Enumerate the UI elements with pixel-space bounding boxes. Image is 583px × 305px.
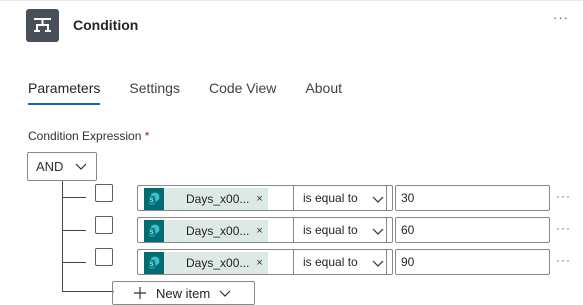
new-item-label: New item [156, 285, 211, 301]
group-operator-value: AND [36, 159, 64, 174]
condition-expression-label: Condition Expression * [28, 129, 149, 143]
operator-value: is equal to [303, 223, 358, 237]
action-title: Condition [73, 17, 139, 33]
operator-value: is equal to [303, 191, 358, 205]
new-item-button[interactable]: New item [112, 281, 255, 305]
tab-bar: Parameters Settings Code View About [28, 80, 371, 105]
row-more-options-icon[interactable]: ··· [556, 221, 571, 235]
chevron-down-icon [372, 196, 384, 203]
right-operand-value: 30 [401, 191, 415, 205]
dynamic-content-token[interactable]: S Days_x00... × [144, 188, 268, 210]
tab-parameters[interactable]: Parameters [28, 80, 101, 105]
sharepoint-icon: S [144, 188, 164, 210]
dynamic-content-token[interactable]: S Days_x00... × [144, 220, 268, 242]
token-label: Days_x00... [186, 256, 250, 270]
required-mark: * [144, 129, 150, 143]
plus-icon [134, 287, 146, 299]
token-label: Days_x00... [186, 224, 250, 238]
condition-icon [26, 8, 59, 42]
tree-connector-branch [62, 197, 86, 198]
right-operand-value: 60 [401, 223, 415, 237]
row-more-options-icon[interactable]: ··· [556, 253, 571, 267]
chevron-down-icon [75, 163, 87, 170]
operator-dropdown[interactable]: is equal to [293, 217, 393, 243]
sharepoint-icon: S [144, 252, 164, 274]
chevron-down-icon [372, 228, 384, 235]
dynamic-content-token[interactable]: S Days_x00... × [144, 252, 268, 274]
token-remove-icon[interactable]: × [256, 225, 262, 237]
tree-connector-branch [62, 230, 86, 231]
condition-row: S Days_x00... × is equal to 30 ··· [95, 184, 583, 211]
svg-text:S: S [149, 262, 153, 268]
chevron-down-icon [219, 290, 231, 297]
right-operand-field[interactable]: 60 [395, 217, 550, 243]
chevron-down-icon [372, 260, 384, 267]
token-label: Days_x00... [186, 192, 250, 206]
tab-about[interactable]: About [305, 80, 342, 105]
more-options-icon[interactable]: ··· [553, 10, 569, 25]
tree-connector-branch [62, 291, 114, 292]
tree-connector-branch [62, 262, 86, 263]
operator-value: is equal to [303, 255, 358, 269]
svg-text:S: S [149, 198, 153, 204]
condition-row: S Days_x00... × is equal to 60 ··· [95, 216, 583, 243]
row-checkbox[interactable] [95, 248, 113, 266]
row-checkbox[interactable] [95, 216, 113, 234]
tab-settings[interactable]: Settings [129, 80, 180, 105]
group-operator-dropdown[interactable]: AND [27, 152, 97, 181]
row-more-options-icon[interactable]: ··· [556, 189, 571, 203]
operator-dropdown[interactable]: is equal to [293, 249, 393, 275]
operator-dropdown[interactable]: is equal to [293, 185, 393, 211]
top-divider [0, 0, 583, 1]
token-remove-icon[interactable]: × [256, 257, 262, 269]
sharepoint-icon: S [144, 220, 164, 242]
row-checkbox[interactable] [95, 184, 113, 202]
svg-text:S: S [149, 230, 153, 236]
right-operand-field[interactable]: 90 [395, 249, 550, 275]
token-remove-icon[interactable]: × [256, 193, 262, 205]
condition-row: S Days_x00... × is equal to 90 ··· [95, 248, 583, 275]
condition-expression-label-text: Condition Expression [28, 129, 142, 143]
right-operand-field[interactable]: 30 [395, 185, 550, 211]
action-header: Condition [26, 8, 138, 42]
tab-code-view[interactable]: Code View [209, 80, 276, 105]
right-operand-value: 90 [401, 255, 415, 269]
